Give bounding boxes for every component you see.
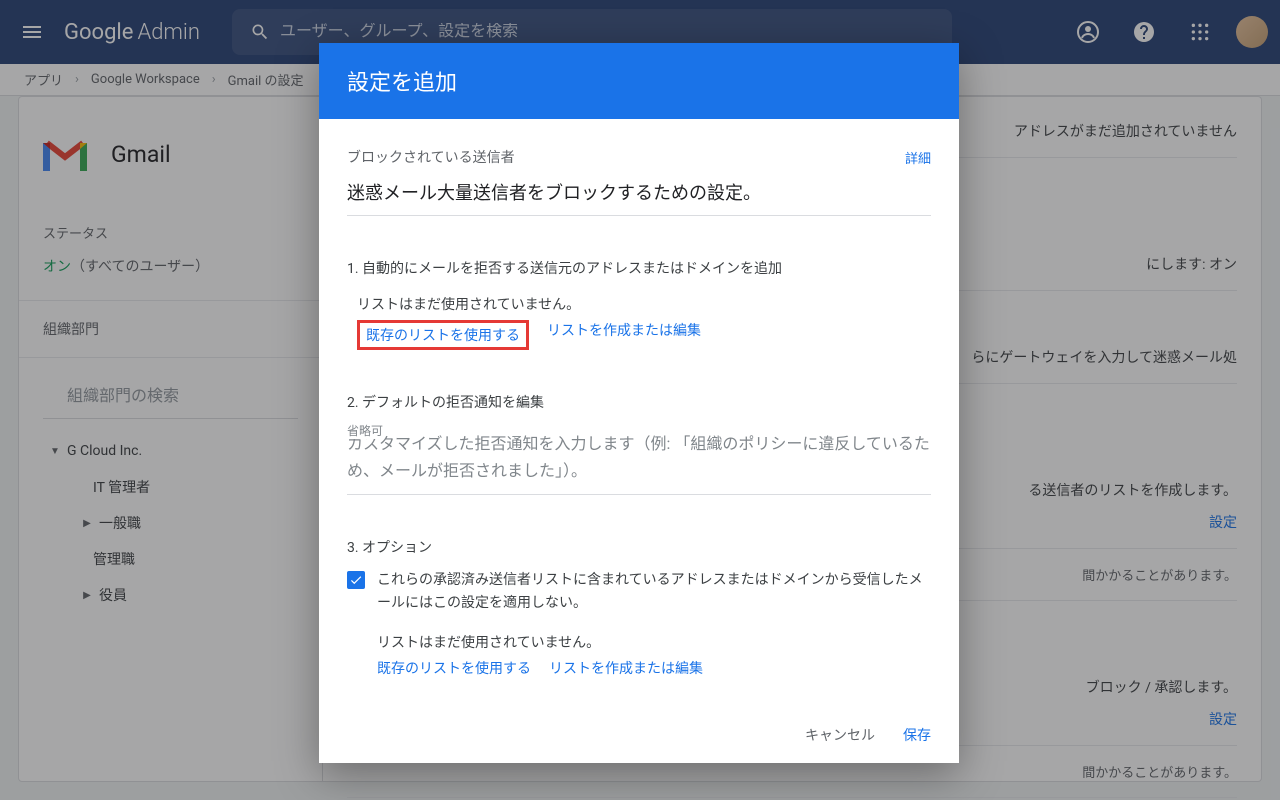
checkbox-label: これらの承認済み送信者リストに含まれているアドレスまたはドメインから受信したメー… (377, 569, 931, 614)
section-3-label: 3. オプション (347, 537, 931, 557)
rejection-notice-input[interactable]: 省略可 カスタマイズした拒否通知を入力します（例: 「組織のポリシーに違反してい… (347, 424, 931, 495)
optional-label: 省略可 (347, 422, 383, 439)
create-edit-list-link[interactable]: リストを作成または編集 (549, 658, 703, 678)
modal-body: ブロックされている送信者 詳細 迷惑メール大量送信者をブロックするための設定。 … (319, 119, 959, 707)
section-1-label: 1. 自動的にメールを拒否する送信元のアドレスまたはドメインを追加 (347, 258, 931, 278)
add-setting-modal: 設定を追加 ブロックされている送信者 詳細 迷惑メール大量送信者をブロックするた… (319, 43, 959, 763)
cancel-button[interactable]: キャンセル (805, 725, 875, 745)
no-list-text: リストはまだ使用されていません。 (377, 632, 931, 652)
modal-subhead-row: ブロックされている送信者 詳細 (347, 147, 931, 167)
highlight-box: 既存のリストを使用する (357, 320, 529, 350)
save-button[interactable]: 保存 (903, 725, 931, 745)
link-row: 既存のリストを使用する リストを作成または編集 (357, 320, 931, 350)
no-list-text: リストはまだ使用されていません。 (357, 294, 931, 314)
placeholder-text: カスタマイズした拒否通知を入力します（例: 「組織のポリシーに違反しているため、… (347, 430, 931, 484)
modal-description: 迷惑メール大量送信者をブロックするための設定。 (347, 179, 931, 216)
section-2: 2. デフォルトの拒否通知を編集 省略可 カスタマイズした拒否通知を入力します（… (347, 392, 931, 495)
checkbox-row[interactable]: これらの承認済み送信者リストに含まれているアドレスまたはドメインから受信したメー… (347, 569, 931, 614)
modal-footer: キャンセル 保存 (319, 707, 959, 763)
use-existing-list-link[interactable]: 既存のリストを使用する (366, 328, 520, 344)
modal-title: 設定を追加 (319, 43, 959, 119)
section-1: 1. 自動的にメールを拒否する送信元のアドレスまたはドメインを追加 リストはまだ… (347, 258, 931, 350)
modal-subhead: ブロックされている送信者 (347, 147, 515, 167)
section-2-label: 2. デフォルトの拒否通知を編集 (347, 392, 931, 412)
create-edit-list-link[interactable]: リストを作成または編集 (547, 320, 701, 350)
use-existing-list-link[interactable]: 既存のリストを使用する (377, 658, 531, 678)
section-3: 3. オプション これらの承認済み送信者リストに含まれているアドレスまたはドメイ… (347, 537, 931, 678)
link-row: 既存のリストを使用する リストを作成または編集 (377, 658, 931, 678)
details-link[interactable]: 詳細 (905, 148, 931, 167)
checkbox-checked-icon[interactable] (347, 571, 365, 589)
